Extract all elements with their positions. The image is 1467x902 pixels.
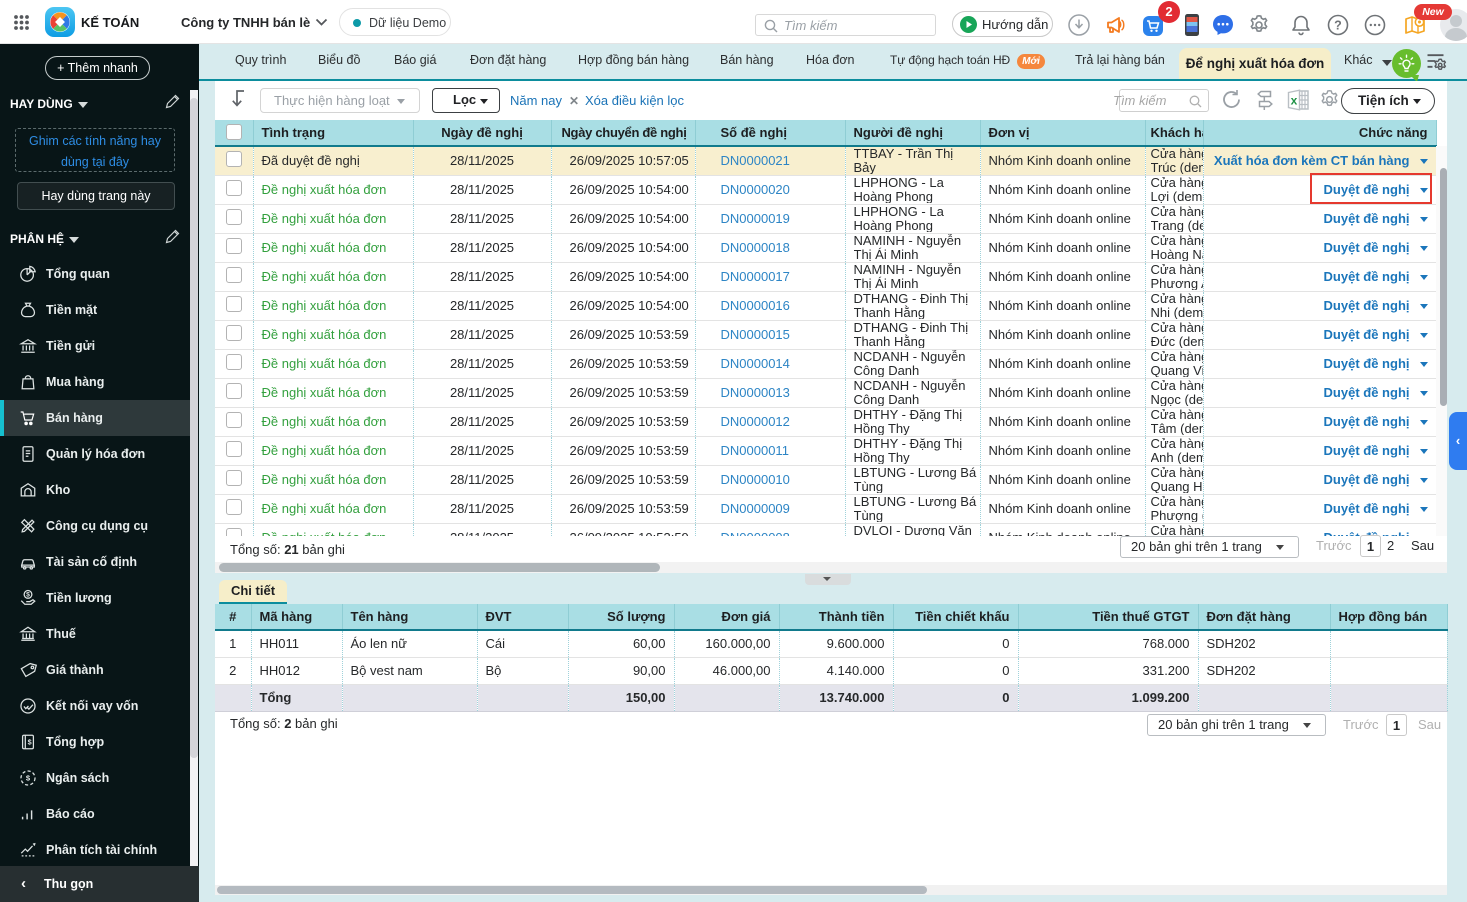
svg-text:x: x (1291, 94, 1298, 108)
svg-text:$: $ (28, 737, 32, 746)
svg-text:$: $ (26, 592, 30, 599)
svg-text:?: ? (1334, 19, 1342, 33)
svg-text:$: $ (26, 774, 31, 783)
